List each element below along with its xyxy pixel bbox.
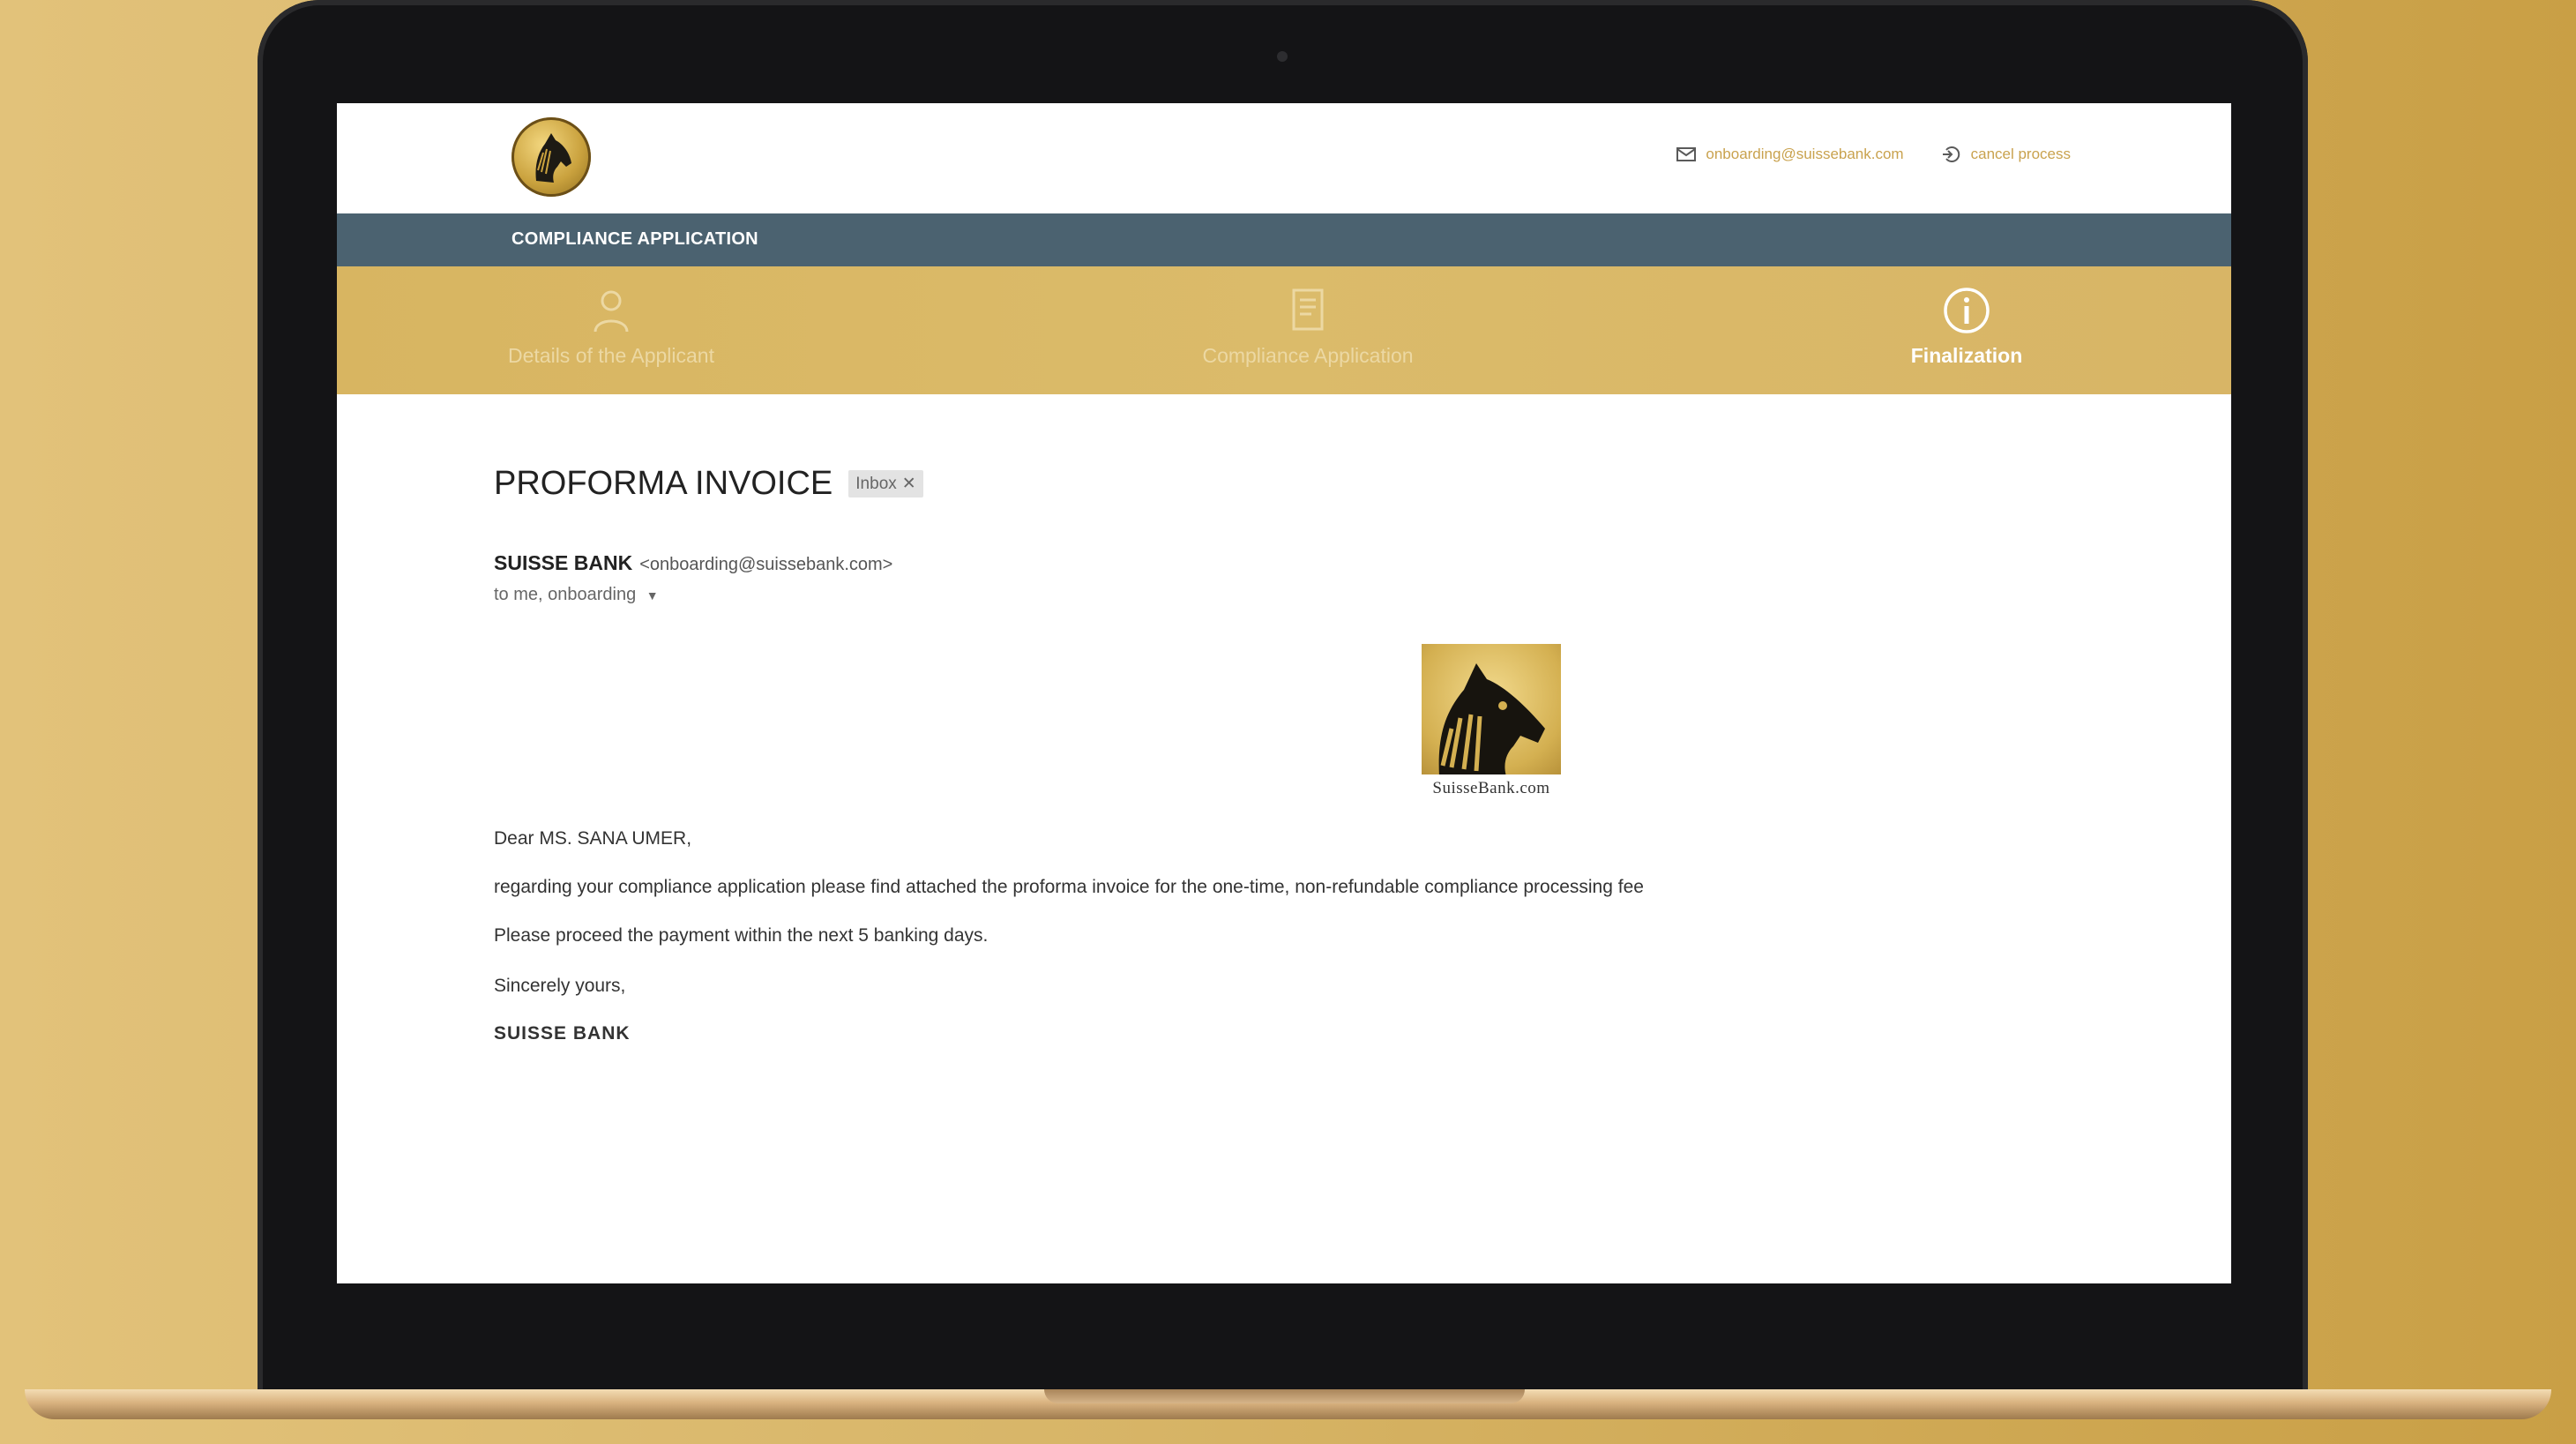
horse-head-icon bbox=[535, 133, 571, 183]
contact-email-text: onboarding@suissebank.com bbox=[1706, 146, 1904, 162]
email-subject-row: PROFORMA INVOICE Inbox ✕ bbox=[494, 465, 923, 503]
laptop-notch bbox=[1044, 1389, 1525, 1403]
email-logo-caption: SuisseBank.com bbox=[1432, 779, 1550, 797]
person-icon bbox=[594, 290, 629, 333]
step-label: Finalization bbox=[1910, 344, 2023, 367]
step-compliance-application[interactable]: Compliance Application bbox=[1158, 286, 1458, 368]
email-body-line-2: Please proceed the payment within the ne… bbox=[494, 925, 989, 946]
mail-icon bbox=[1676, 147, 1697, 161]
document-icon bbox=[1292, 288, 1324, 331]
band-title: COMPLIANCE APPLICATION bbox=[511, 229, 758, 249]
close-icon[interactable]: ✕ bbox=[902, 474, 916, 494]
chevron-down-icon[interactable]: ▼ bbox=[646, 588, 659, 602]
site-header: onboarding@suissebank.com cancel process bbox=[337, 103, 2231, 213]
email-subject: PROFORMA INVOICE bbox=[494, 465, 833, 502]
exit-icon bbox=[1942, 146, 1960, 162]
email-body-line-1: regarding your compliance application pl… bbox=[494, 877, 1644, 897]
suisse-bank-logo[interactable] bbox=[511, 117, 591, 197]
step-finalization[interactable]: Finalization bbox=[1817, 286, 2117, 368]
inbox-badge-label: Inbox bbox=[855, 474, 897, 493]
email-greeting: Dear MS. SANA UMER, bbox=[494, 828, 692, 849]
cancel-process-link[interactable]: cancel process bbox=[1941, 146, 2071, 163]
step-details-of-applicant[interactable]: Details of the Applicant bbox=[461, 286, 761, 368]
email-bank-logo bbox=[1422, 644, 1561, 776]
section-band: COMPLIANCE APPLICATION bbox=[337, 213, 2231, 266]
step-label: Details of the Applicant bbox=[508, 344, 714, 367]
email-sender: SUISSE BANK <onboarding@suissebank.com> bbox=[494, 551, 892, 575]
email-recipients[interactable]: to me, onboarding ▼ bbox=[494, 585, 659, 605]
progress-steps: Details of the Applicant Compliance Appl… bbox=[337, 266, 2231, 394]
browser-screen: onboarding@suissebank.com cancel process… bbox=[337, 103, 2231, 1283]
info-icon bbox=[1944, 288, 1990, 333]
email-signature: SUISSE BANK bbox=[494, 1023, 631, 1044]
email-closing: Sincerely yours, bbox=[494, 976, 626, 996]
horse-head-icon bbox=[1438, 663, 1545, 776]
step-label: Compliance Application bbox=[1202, 344, 1414, 367]
recipients-text: to me, onboarding bbox=[494, 585, 637, 604]
sender-email: <onboarding@suissebank.com> bbox=[639, 555, 893, 574]
inbox-badge[interactable]: Inbox ✕ bbox=[848, 470, 923, 498]
contact-email-link[interactable]: onboarding@suissebank.com bbox=[1676, 146, 1904, 163]
webcam bbox=[1277, 51, 1288, 62]
cancel-process-text: cancel process bbox=[1970, 146, 2071, 162]
sender-name: SUISSE BANK bbox=[494, 551, 633, 574]
header-links: onboarding@suissebank.com cancel process bbox=[1676, 146, 2071, 163]
